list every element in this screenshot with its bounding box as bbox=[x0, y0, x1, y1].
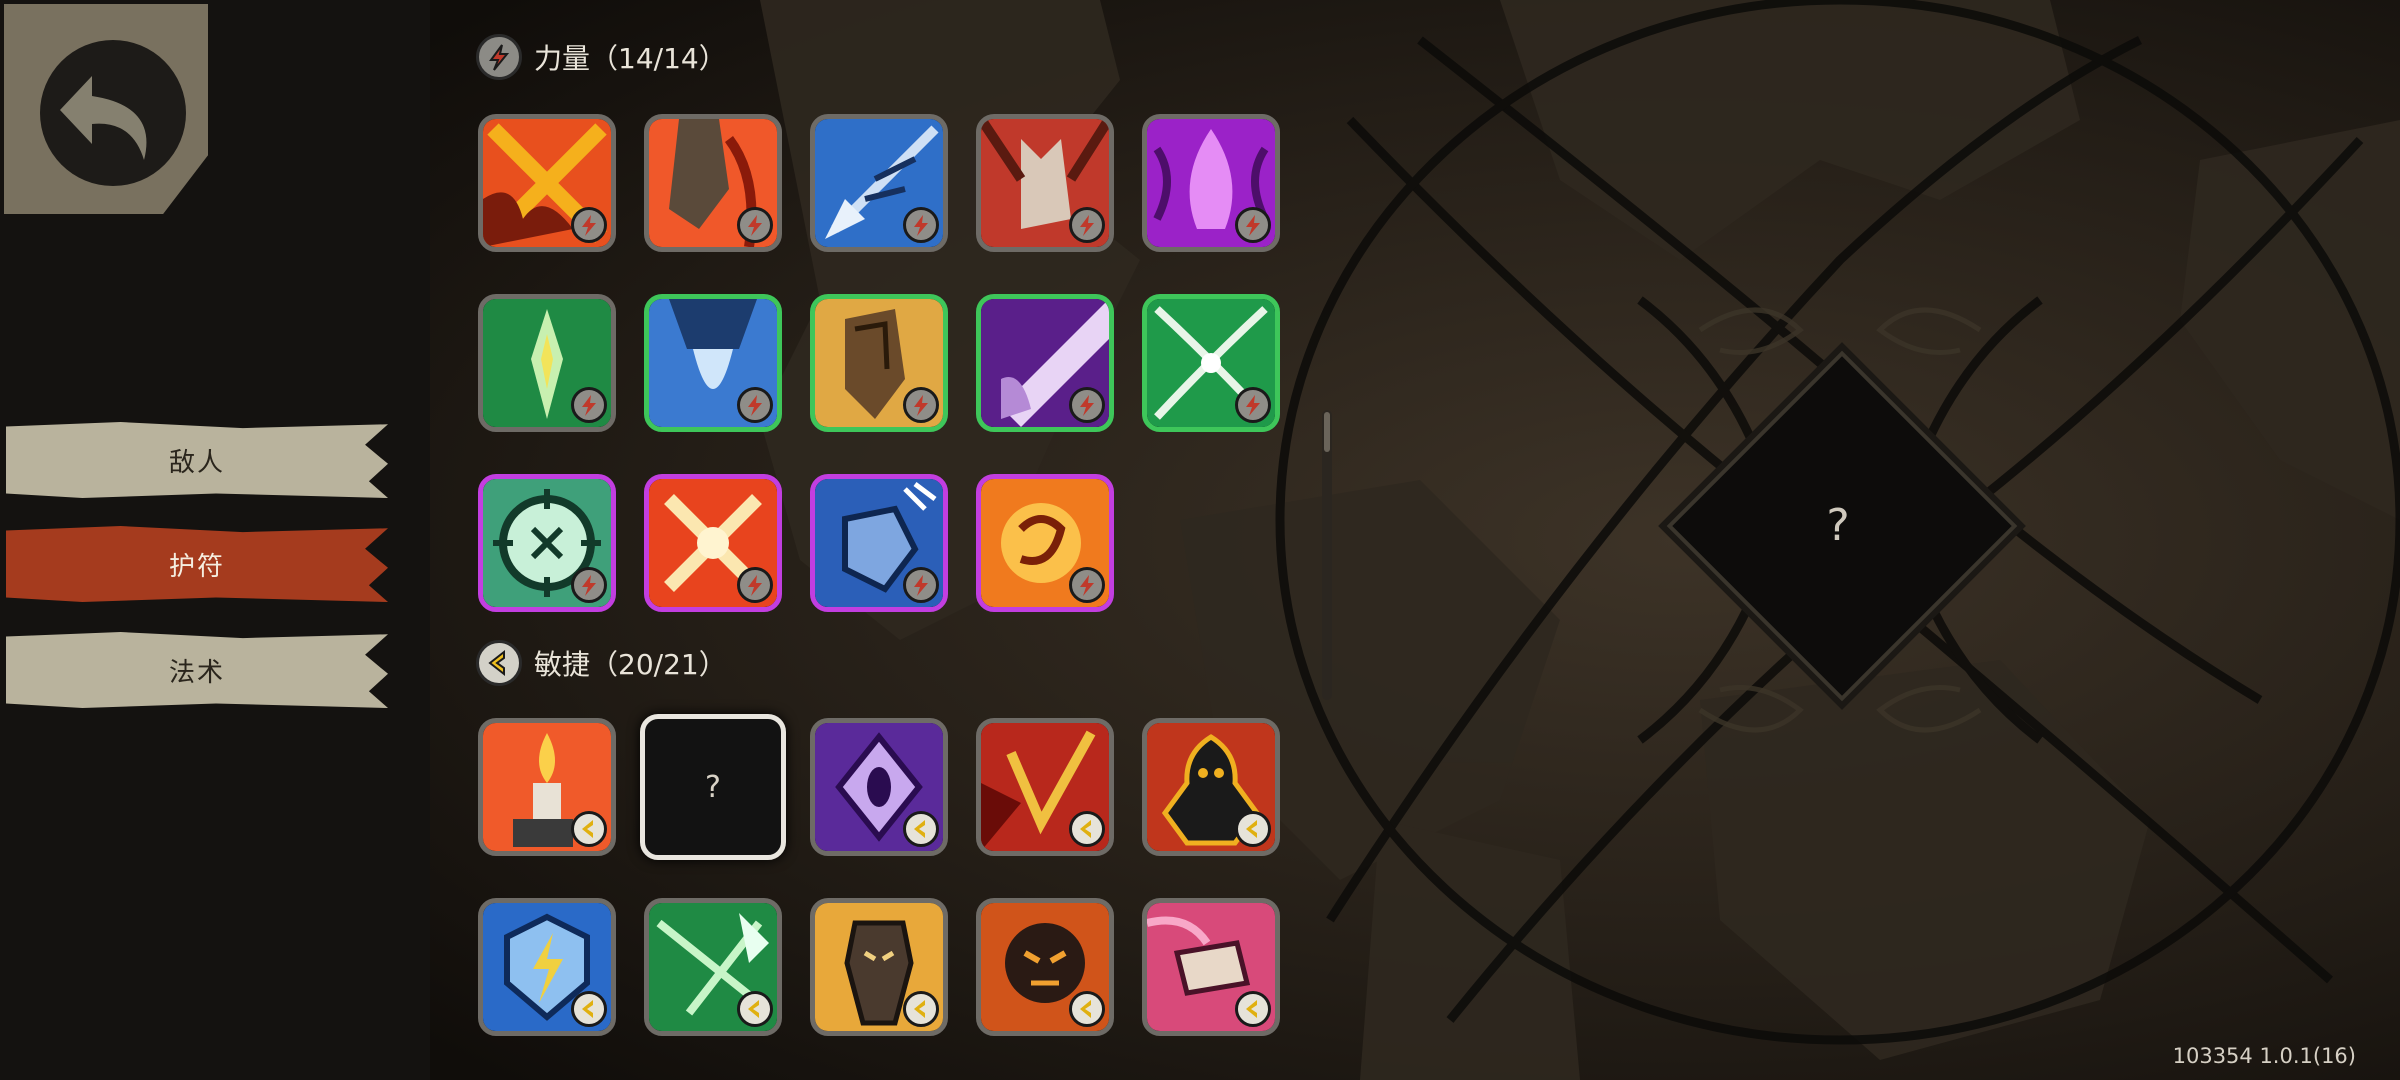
back-arrow-icon bbox=[40, 40, 186, 186]
charm-card[interactable] bbox=[478, 718, 616, 856]
agility-badge-icon bbox=[571, 991, 607, 1027]
tab-enemies-label: 敌人 bbox=[168, 447, 225, 478]
agility-badge-icon bbox=[571, 811, 607, 847]
charm-card[interactable] bbox=[1142, 898, 1280, 1036]
strength-badge-icon bbox=[903, 387, 939, 423]
section-agility-label: 敏捷（20/21） bbox=[534, 648, 727, 681]
strength-badge-icon bbox=[1069, 387, 1105, 423]
charm-card[interactable] bbox=[478, 114, 616, 252]
tab-spells[interactable]: 法术 bbox=[6, 632, 388, 708]
charm-card[interactable] bbox=[976, 898, 1114, 1036]
section-strength-header: 力量（14/14） bbox=[476, 34, 727, 80]
unknown-charm-label: ? bbox=[705, 769, 721, 805]
scrollbar-track[interactable] bbox=[1322, 410, 1332, 700]
charm-card[interactable] bbox=[976, 114, 1114, 252]
strength-badge-icon bbox=[737, 567, 773, 603]
strength-badge-icon bbox=[737, 387, 773, 423]
charm-card[interactable] bbox=[478, 898, 616, 1036]
charm-card[interactable] bbox=[478, 294, 616, 432]
charm-card[interactable] bbox=[810, 718, 948, 856]
agility-badge-icon bbox=[1069, 811, 1105, 847]
charm-card[interactable] bbox=[644, 474, 782, 612]
charm-card[interactable] bbox=[976, 718, 1114, 856]
charm-card[interactable] bbox=[1142, 718, 1280, 856]
charm-card[interactable] bbox=[976, 294, 1114, 432]
agility-badge-icon bbox=[903, 991, 939, 1027]
charm-card[interactable] bbox=[644, 294, 782, 432]
charm-card[interactable] bbox=[810, 114, 948, 252]
agility-badge-icon bbox=[1235, 991, 1271, 1027]
charm-card[interactable] bbox=[644, 898, 782, 1036]
charm-card[interactable] bbox=[810, 294, 948, 432]
strength-badge-icon bbox=[903, 207, 939, 243]
tab-enemies[interactable]: 敌人 bbox=[6, 422, 388, 498]
agility-badge-icon bbox=[903, 811, 939, 847]
tab-charms-label: 护符 bbox=[168, 551, 225, 582]
agility-badge-icon bbox=[1069, 991, 1105, 1027]
charm-detail-placeholder: ? bbox=[1826, 499, 1850, 551]
strength-badge-icon bbox=[1235, 207, 1271, 243]
section-agility-header: 敏捷（20/21） bbox=[476, 640, 727, 686]
agility-badge-icon bbox=[1235, 811, 1271, 847]
agility-badge-icon bbox=[737, 991, 773, 1027]
charm-card[interactable] bbox=[1142, 114, 1280, 252]
version-label: 103354 1.0.1(16) bbox=[2172, 1044, 2356, 1068]
strength-icon bbox=[476, 34, 522, 80]
agility-icon bbox=[476, 640, 522, 686]
charm-card[interactable] bbox=[1142, 294, 1280, 432]
scrollbar-thumb[interactable] bbox=[1324, 412, 1330, 452]
strength-badge-icon bbox=[571, 387, 607, 423]
strength-badge-icon bbox=[903, 567, 939, 603]
strength-badge-icon bbox=[1235, 387, 1271, 423]
tab-spells-label: 法术 bbox=[168, 657, 225, 688]
charm-card[interactable] bbox=[644, 114, 782, 252]
strength-badge-icon bbox=[1069, 567, 1105, 603]
strength-badge-icon bbox=[1069, 207, 1105, 243]
charm-card[interactable] bbox=[478, 474, 616, 612]
charm-card[interactable] bbox=[976, 474, 1114, 612]
unknown-charm-card[interactable]: ? bbox=[640, 714, 786, 860]
section-strength-label: 力量（14/14） bbox=[534, 42, 727, 75]
back-button[interactable] bbox=[4, 4, 208, 214]
strength-badge-icon bbox=[737, 207, 773, 243]
charm-card[interactable] bbox=[810, 898, 948, 1036]
strength-badge-icon bbox=[571, 567, 607, 603]
charm-card[interactable] bbox=[810, 474, 948, 612]
tab-charms[interactable]: 护符 bbox=[6, 526, 388, 602]
strength-badge-icon bbox=[571, 207, 607, 243]
